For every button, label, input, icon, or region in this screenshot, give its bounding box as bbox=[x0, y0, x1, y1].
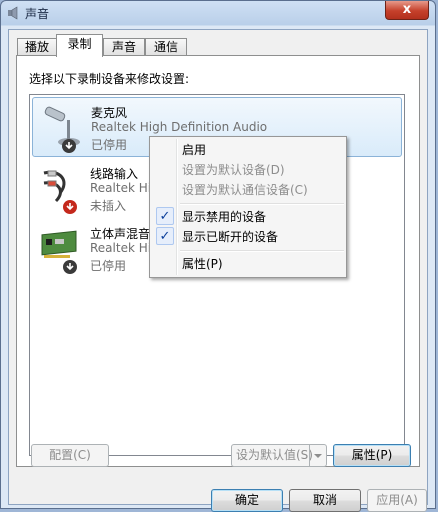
menu-item-show-disabled[interactable]: ✓ 显示禁用的设备 bbox=[152, 207, 344, 227]
menu-separator bbox=[180, 203, 344, 205]
menu-item-label: 属性(P) bbox=[182, 257, 223, 271]
close-icon: x bbox=[402, 2, 412, 17]
menu-item-label: 启用 bbox=[182, 143, 207, 157]
speaker-icon bbox=[8, 6, 18, 20]
menu-item-label: 显示已断开的设备 bbox=[182, 230, 279, 244]
configure-button[interactable]: 配置(C) bbox=[31, 444, 109, 467]
menu-item-label: 设置为默认设备(D) bbox=[182, 163, 285, 177]
set-default-label: 设为默认值(S) bbox=[236, 448, 313, 462]
checkmark-icon: ✓ bbox=[156, 207, 174, 225]
menu-item-properties[interactable]: 属性(P) bbox=[152, 254, 344, 274]
window-title: 声音 bbox=[25, 7, 50, 21]
menu-item-enable[interactable]: 启用 bbox=[152, 140, 344, 160]
device-name: 线路输入 bbox=[90, 167, 139, 181]
tab-playback[interactable]: 播放 bbox=[17, 38, 57, 56]
menu-item-set-default-communication[interactable]: 设置为默认通信设备(C) bbox=[152, 180, 344, 200]
apply-button[interactable]: 应用(A) bbox=[367, 489, 427, 512]
context-menu: 启用 设置为默认设备(D) 设置为默认通信设备(C) ✓ 显示禁用的设备 ✓ 显… bbox=[149, 136, 347, 278]
device-status: 未插入 bbox=[90, 199, 127, 213]
ok-button[interactable]: 确定 bbox=[211, 489, 283, 512]
cancel-button[interactable]: 取消 bbox=[289, 489, 361, 512]
menu-item-show-disconnected[interactable]: ✓ 显示已断开的设备 bbox=[152, 227, 344, 247]
device-name: 立体声混音 bbox=[90, 227, 151, 241]
checkmark-icon: ✓ bbox=[156, 227, 174, 245]
sound-dialog: 声音 x 播放 录制 声音 通信 选择以下录制设备来修改设置: 麦克风 Real… bbox=[0, 0, 436, 512]
tab-recording[interactable]: 录制 bbox=[56, 34, 103, 57]
title-bar[interactable]: 声音 x bbox=[1, 1, 435, 25]
device-status: 已停用 bbox=[90, 259, 127, 273]
menu-item-set-default[interactable]: 设置为默认设备(D) bbox=[152, 160, 344, 180]
menu-item-label: 设置为默认通信设备(C) bbox=[182, 183, 308, 197]
device-driver: Realtek High Definition Audio bbox=[91, 120, 268, 134]
device-status: 已停用 bbox=[91, 138, 128, 152]
menu-item-label: 显示禁用的设备 bbox=[182, 210, 267, 224]
set-default-button[interactable]: 设为默认值(S) bbox=[231, 444, 327, 467]
tab-sounds[interactable]: 声音 bbox=[103, 38, 145, 56]
menu-separator bbox=[180, 250, 344, 252]
dropdown-arrow-icon[interactable] bbox=[309, 445, 326, 466]
properties-button[interactable]: 属性(P) bbox=[333, 444, 411, 467]
instruction-text: 选择以下录制设备来修改设置: bbox=[29, 72, 190, 86]
audio-jack-icon bbox=[43, 170, 77, 214]
device-name: 麦克风 bbox=[91, 106, 128, 120]
tab-communications[interactable]: 通信 bbox=[145, 38, 187, 56]
sound-card-icon bbox=[41, 230, 77, 274]
microphone-icon bbox=[44, 106, 80, 153]
close-button[interactable]: x bbox=[385, 1, 429, 20]
